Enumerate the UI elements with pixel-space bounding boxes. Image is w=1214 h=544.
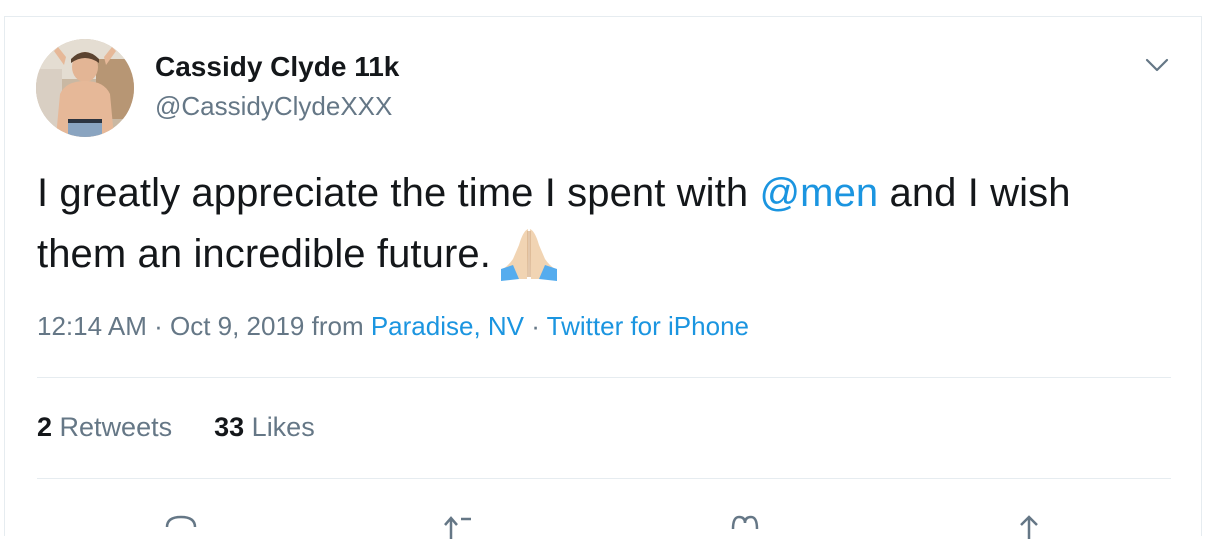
author-handle[interactable]: @CassidyClydeXXX	[155, 91, 392, 122]
likes-label: Likes	[251, 412, 315, 442]
tweet-text: I greatly appreciate the time I spent wi…	[37, 163, 1147, 284]
retweets-count: 2	[37, 412, 53, 442]
tweet-time[interactable]: 12:14 AM	[37, 311, 147, 341]
retweet-icon[interactable]	[439, 509, 479, 539]
mention-link[interactable]: @men	[759, 171, 878, 215]
divider	[37, 478, 1171, 479]
tweet-card: Cassidy Clyde 11k @CassidyClydeXXX I gre…	[4, 16, 1203, 539]
like-icon[interactable]	[725, 509, 765, 539]
avatar[interactable]	[36, 39, 134, 137]
separator: ·	[524, 311, 547, 341]
action-bar	[5, 503, 1203, 539]
folded-hands-icon	[499, 223, 559, 283]
share-icon[interactable]	[1009, 509, 1049, 539]
author-name[interactable]: Cassidy Clyde 11k	[155, 51, 399, 83]
source-link[interactable]: Twitter for iPhone	[547, 311, 749, 341]
retweets-label: Retweets	[59, 412, 173, 442]
from-label: from	[304, 311, 371, 341]
tweet-stats: 2 Retweets 33 Likes	[37, 412, 315, 443]
chevron-down-icon[interactable]	[1143, 51, 1171, 79]
likes-count: 33	[214, 412, 245, 442]
tweet-meta: 12:14 AM · Oct 9, 2019 from Paradise, NV…	[37, 311, 749, 342]
location-link[interactable]: Paradise, NV	[371, 311, 524, 341]
reply-icon[interactable]	[161, 509, 201, 539]
tweet-date[interactable]: Oct 9, 2019	[170, 311, 304, 341]
likes-stat[interactable]: 33 Likes	[214, 412, 315, 443]
retweets-stat[interactable]: 2 Retweets	[37, 412, 172, 443]
divider	[37, 377, 1171, 378]
separator: ·	[146, 311, 170, 341]
tweet-text-part: I greatly appreciate the time I spent wi…	[37, 171, 760, 215]
